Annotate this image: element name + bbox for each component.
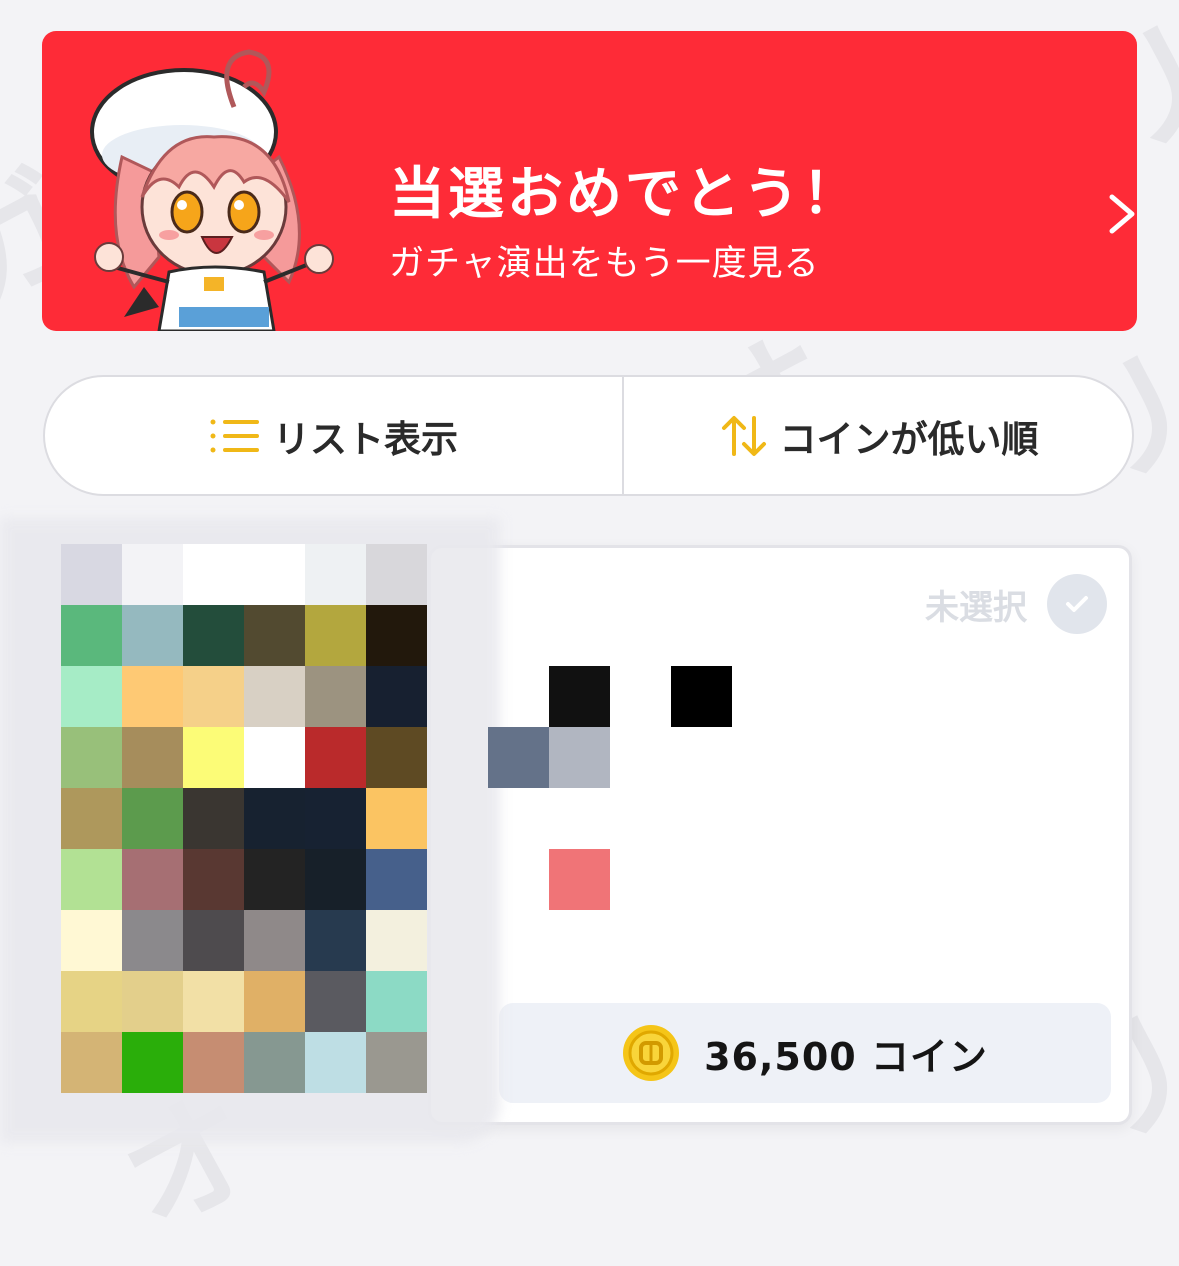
mosaic-block: [122, 1032, 183, 1093]
mosaic-block: [122, 666, 183, 727]
mosaic-block: [366, 788, 427, 849]
price-box: 36,500 コイン: [499, 1003, 1111, 1103]
price-label: 36,500 コイン: [704, 1034, 988, 1079]
mosaic-block: [122, 605, 183, 666]
mosaic-block: [244, 544, 305, 605]
mosaic-block: [549, 666, 610, 727]
list-view-button[interactable]: リスト表示: [45, 377, 622, 494]
mosaic-block: [183, 666, 244, 727]
view-sort-toggle: リスト表示 コインが低い順: [43, 375, 1134, 496]
mosaic-block: [305, 849, 366, 910]
mosaic-block: [244, 849, 305, 910]
mosaic-block: [183, 544, 244, 605]
mosaic-block: [305, 544, 366, 605]
mosaic-block: [366, 971, 427, 1032]
list-view-label: リスト表示: [273, 417, 458, 461]
mosaic-block: [122, 544, 183, 605]
mosaic-block: [549, 849, 610, 910]
mosaic-block: [366, 849, 427, 910]
mosaic-block: [183, 910, 244, 971]
sort-label: コインが低い順: [779, 417, 1039, 461]
mosaic-block: [61, 910, 122, 971]
mosaic-block: [305, 605, 366, 666]
mosaic-block: [549, 727, 610, 788]
mosaic-block: [488, 727, 549, 788]
mosaic-block: [61, 666, 122, 727]
mosaic-block: [244, 666, 305, 727]
prize-item-card[interactable]: 未選択 36,500 コイン: [428, 545, 1132, 1125]
mosaic-block: [671, 666, 732, 727]
banner-title: 当選おめでとう！: [389, 162, 861, 227]
mosaic-block: [122, 849, 183, 910]
mosaic-block: [61, 849, 122, 910]
mosaic-block: [61, 544, 122, 605]
mosaic-block: [122, 727, 183, 788]
mosaic-block: [183, 849, 244, 910]
mosaic-block: [305, 910, 366, 971]
mosaic-block: [122, 971, 183, 1032]
mosaic-block: [244, 788, 305, 849]
mosaic-block: [122, 910, 183, 971]
mosaic-block: [366, 544, 427, 605]
mosaic-block: [61, 605, 122, 666]
mosaic-block: [183, 605, 244, 666]
mosaic-block: [244, 910, 305, 971]
mosaic-block: [244, 727, 305, 788]
win-banner[interactable]: 当選おめでとう！ ガチャ演出をもう一度見る: [42, 31, 1137, 331]
mosaic-block: [305, 1032, 366, 1093]
mosaic-block: [244, 605, 305, 666]
mosaic-block: [183, 788, 244, 849]
mosaic-block: [244, 1032, 305, 1093]
mosaic-block: [366, 605, 427, 666]
mosaic-block: [122, 788, 183, 849]
check-icon: [1066, 596, 1088, 612]
pixelated-card-image: [61, 544, 427, 1093]
mosaic-block: [61, 788, 122, 849]
coin-icon: [623, 1025, 680, 1081]
mosaic-block: [366, 910, 427, 971]
list-icon: [210, 419, 259, 452]
mosaic-block: [183, 971, 244, 1032]
mosaic-block: [305, 727, 366, 788]
mosaic-block: [366, 727, 427, 788]
sort-arrows-icon: [721, 415, 766, 456]
mosaic-block: [366, 666, 427, 727]
mosaic-block: [305, 788, 366, 849]
mosaic-block: [305, 971, 366, 1032]
chevron-right-icon[interactable]: [1100, 189, 1137, 239]
mosaic-block: [366, 1032, 427, 1093]
sort-button[interactable]: コインが低い順: [624, 377, 1134, 494]
select-checkbox[interactable]: [1047, 574, 1107, 634]
mosaic-block: [61, 971, 122, 1032]
mascot-character-image: [90, 49, 334, 331]
mosaic-block: [183, 727, 244, 788]
mosaic-block: [61, 727, 122, 788]
mosaic-block: [183, 1032, 244, 1093]
replay-gacha-animation-link[interactable]: ガチャ演出をもう一度見る: [389, 235, 820, 286]
mosaic-block: [61, 1032, 122, 1093]
selection-status-label: 未選択: [925, 587, 1027, 628]
mosaic-block: [244, 971, 305, 1032]
mosaic-block: [305, 666, 366, 727]
selection-status[interactable]: 未選択: [925, 574, 1107, 634]
